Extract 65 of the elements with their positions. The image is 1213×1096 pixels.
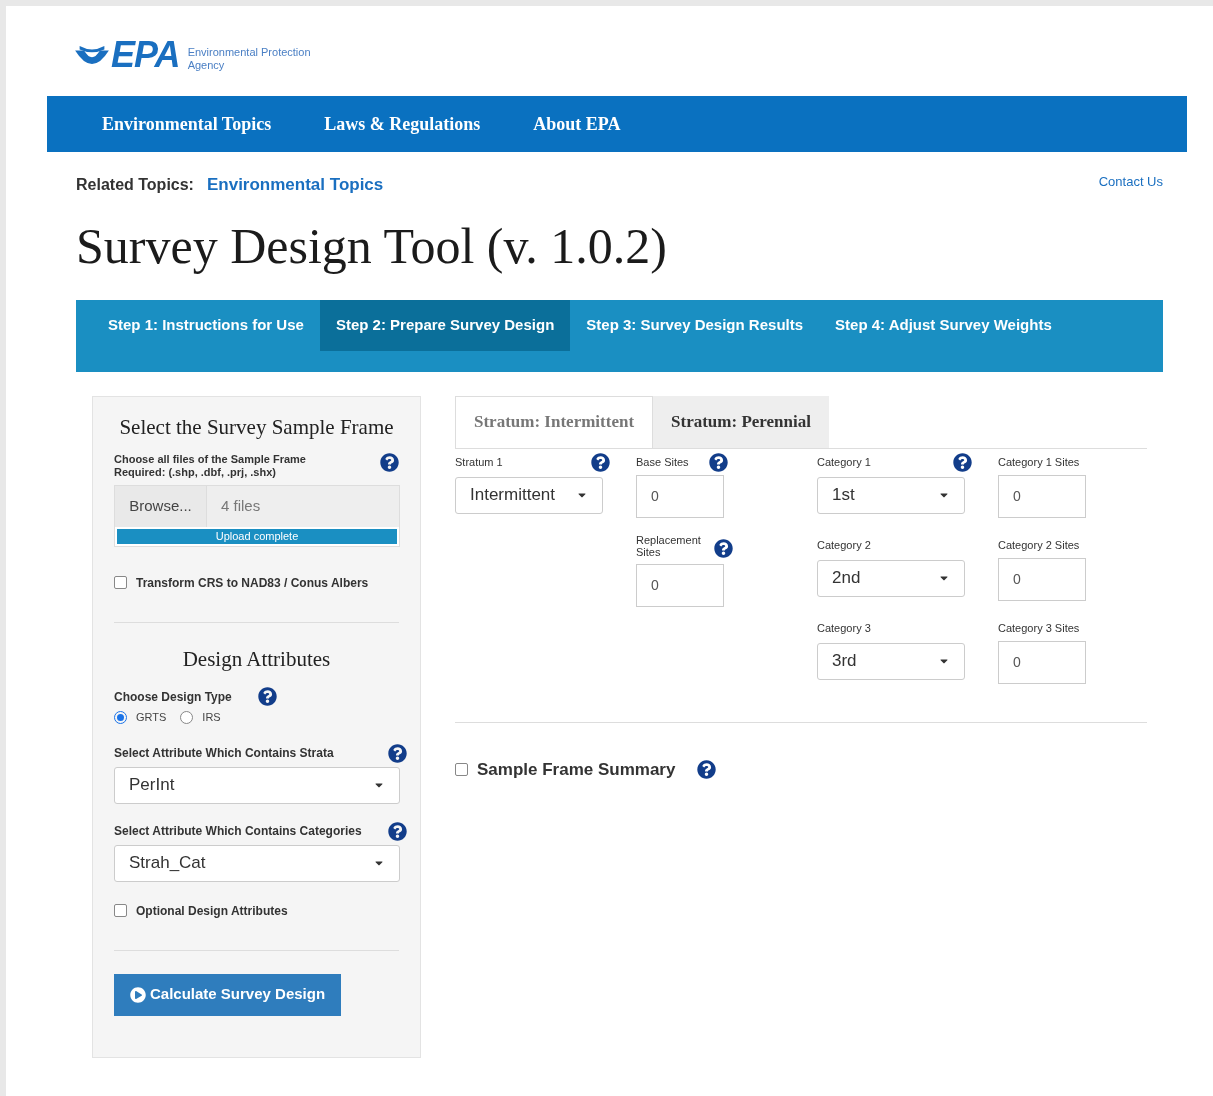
field-label: Select Attribute Which Contains Strata: [114, 745, 334, 762]
field-label: Replacement Sites: [636, 533, 702, 558]
dropdown[interactable]: 1st: [817, 476, 965, 514]
field-label: Select Attribute Which Contains Categories: [114, 823, 362, 840]
contact-link[interactable]: Contact Us: [1098, 172, 1163, 192]
related-topic-link[interactable]: Environmental Topics: [206, 172, 384, 198]
step-tab[interactable]: Step 4: Adjust Survey Weights: [819, 299, 1068, 351]
field-label: Category 1 Sites: [998, 455, 1080, 471]
dropdown[interactable]: Strah_Cat: [114, 844, 400, 882]
help-icon[interactable]: [388, 821, 407, 841]
help-icon[interactable]: [708, 453, 728, 472]
field-label: Category 2: [817, 538, 871, 554]
panel-heading: Select the Survey Sample Frame: [118, 414, 395, 439]
number-field[interactable]: 0: [998, 557, 1086, 601]
radio-label: GRTS: [136, 710, 167, 725]
number-field[interactable]: 0: [636, 474, 724, 518]
field-label: Choose Design Type: [114, 688, 232, 706]
nav-link[interactable]: About EPA: [533, 110, 621, 138]
section-heading: Design Attributes: [181, 645, 332, 673]
logo-text: EPA: [111, 40, 180, 70]
step-tab[interactable]: Step 1: Instructions for Use: [92, 299, 320, 351]
help-icon[interactable]: [388, 743, 407, 763]
step-tab[interactable]: Step 3: Survey Design Results: [570, 299, 820, 351]
progress-label: Upload complete: [214, 528, 300, 544]
help-icon[interactable]: [697, 759, 717, 779]
file-name-field[interactable]: 4 files: [207, 485, 399, 527]
field-label: Base Sites: [636, 455, 689, 471]
number-field[interactable]: 0: [998, 474, 1086, 518]
field-label: Stratum 1: [455, 455, 503, 471]
checkbox[interactable]: [114, 576, 127, 589]
radio-button[interactable]: [180, 710, 194, 724]
checkbox-label: Sample Frame Summary: [477, 758, 676, 781]
dropdown[interactable]: PerInt: [114, 766, 400, 804]
field-label: Category 2 Sites: [998, 538, 1080, 554]
number-field[interactable]: 0: [998, 640, 1086, 684]
help-icon[interactable]: [380, 452, 399, 472]
nav-link[interactable]: Laws & Regulations: [324, 110, 481, 138]
checkbox-label: Transform CRS to NAD83 / Conus Albers: [136, 574, 369, 592]
checkbox-label: Optional Design Attributes: [136, 902, 288, 920]
number-field[interactable]: 0: [636, 563, 724, 607]
field-label: Category 3: [817, 621, 871, 637]
dropdown[interactable]: 3rd: [817, 642, 965, 680]
field-label: Category 1: [817, 455, 871, 471]
help-icon[interactable]: [591, 453, 610, 472]
nav-link[interactable]: Environmental Topics: [102, 110, 272, 138]
checkbox[interactable]: [114, 904, 127, 917]
related-topics-label: Related Topics:: [76, 174, 194, 195]
page-title: Survey Design Tool (v. 1.0.2): [76, 216, 668, 276]
calculate-button[interactable]: Calculate Survey Design: [114, 973, 342, 1016]
dropdown[interactable]: 2nd: [817, 559, 965, 597]
help-icon[interactable]: [714, 538, 733, 558]
agency-name: Environmental Protection Agency: [187, 46, 312, 72]
radio-label: IRS: [202, 710, 221, 725]
stratum-tab[interactable]: Stratum: Perennial: [653, 395, 829, 448]
stratum-tab[interactable]: Stratum: Intermittent: [455, 395, 654, 448]
help-icon[interactable]: [257, 687, 277, 706]
help-icon[interactable]: [953, 453, 972, 472]
dropdown[interactable]: Intermittent: [455, 476, 603, 514]
checkbox[interactable]: [455, 762, 468, 776]
step-tab[interactable]: Step 2: Prepare Survey Design: [319, 299, 571, 351]
browse-button[interactable]: Browse...: [115, 485, 207, 527]
file-field-label: Choose all files of the Sample Frame Required: (.shp, .dbf, .prj, .shx): [114, 452, 306, 479]
play-icon: [130, 986, 146, 1003]
logo-emblem-icon: [75, 46, 109, 64]
field-label: Category 3 Sites: [998, 621, 1080, 637]
